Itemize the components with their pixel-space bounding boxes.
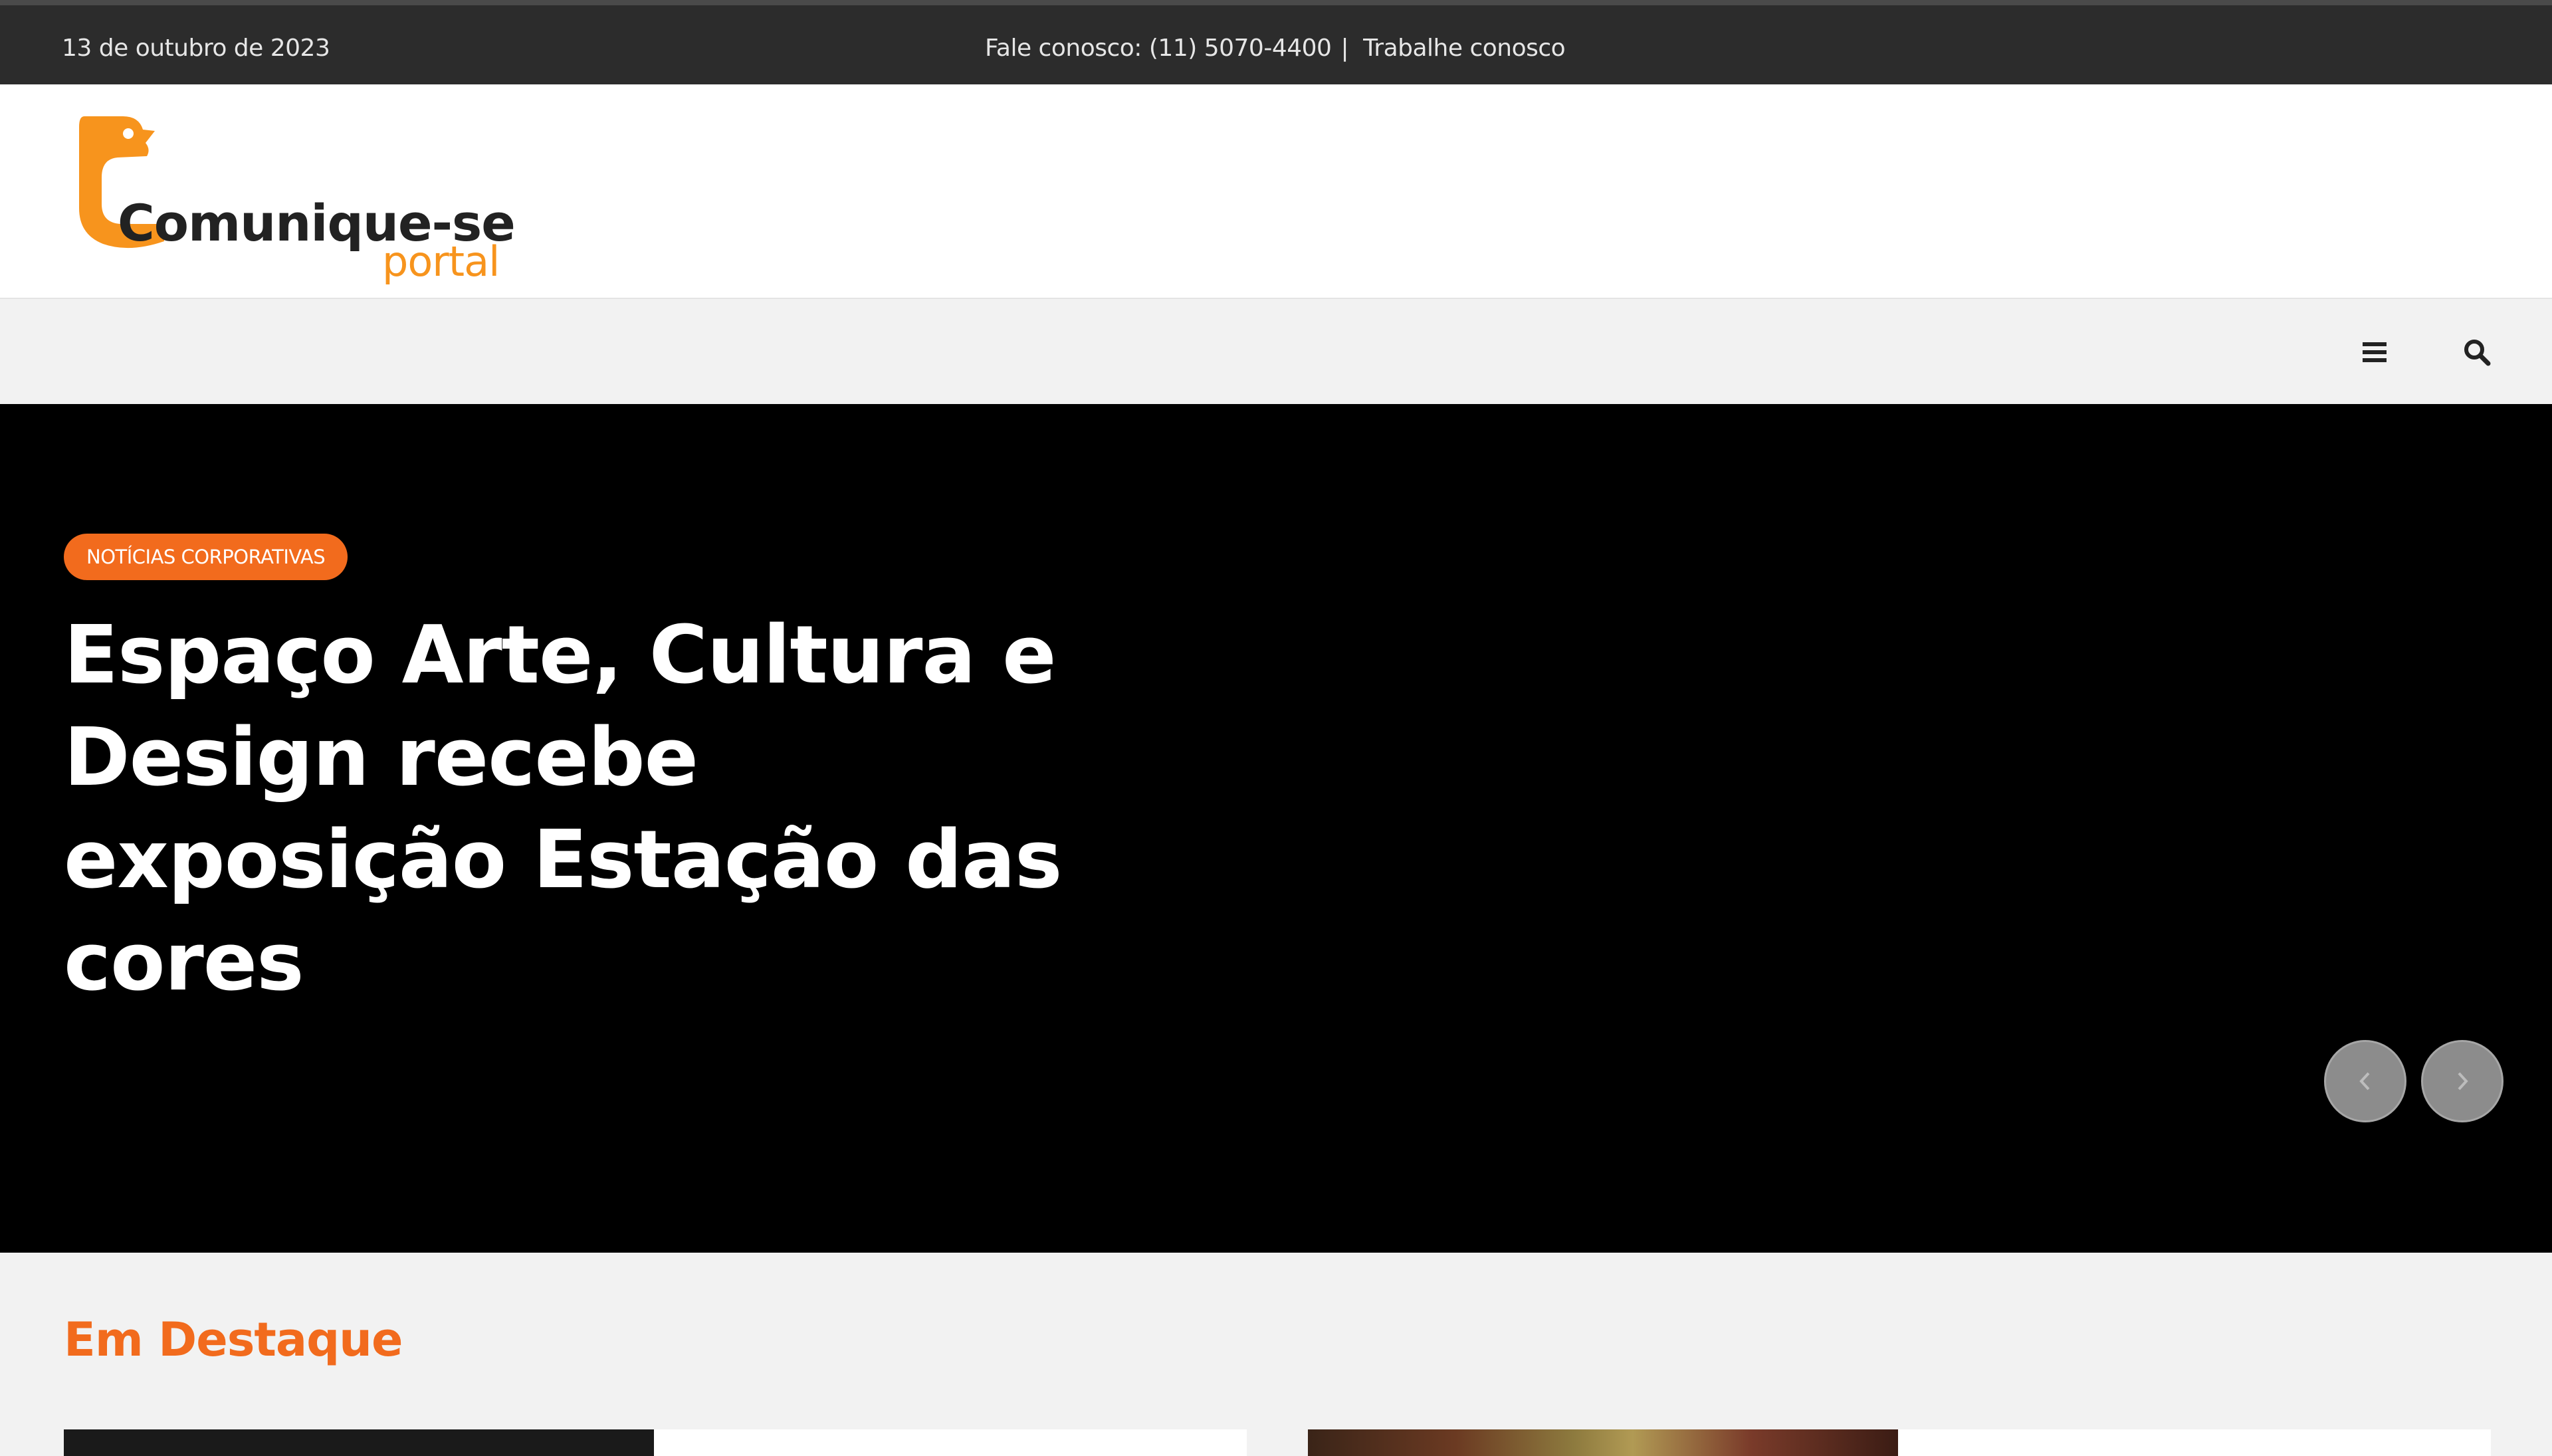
featured-card-thumbnail[interactable]: [64, 1429, 654, 1456]
slider-prev-button[interactable]: [2324, 1040, 2406, 1122]
topbar-separator: |: [1340, 35, 1349, 62]
featured-section: Em Destaque: [0, 1253, 2552, 1456]
featured-card[interactable]: [1308, 1429, 2491, 1456]
search-icon[interactable]: [2460, 336, 2494, 369]
site-logo[interactable]: Comunique-se portal: [76, 111, 516, 286]
hamburger-menu-icon[interactable]: [2358, 336, 2391, 369]
category-badge[interactable]: NOTÍCIAS CORPORATIVAS: [64, 534, 348, 580]
work-with-us-link[interactable]: Trabalhe conosco: [1363, 35, 1566, 62]
site-header: Comunique-se portal: [0, 84, 2552, 298]
nav-bar: [0, 298, 2552, 404]
chevron-left-icon: [2359, 1072, 2370, 1091]
top-bar: 13 de outubro de 2023 Fale conosco: (11)…: [0, 0, 2552, 84]
chevron-right-icon: [2458, 1072, 2468, 1091]
featured-card[interactable]: [64, 1429, 1247, 1456]
contact-phone: Fale conosco: (11) 5070-4400: [985, 35, 1332, 62]
logo-subtitle: portal: [382, 237, 500, 286]
slider-next-button[interactable]: [2421, 1040, 2503, 1122]
featured-card-thumbnail[interactable]: [1308, 1429, 1898, 1456]
hero-slider: NOTÍCIAS CORPORATIVAS Espaço Arte, Cultu…: [0, 404, 2552, 1253]
current-date: 13 de outubro de 2023: [62, 35, 330, 62]
hero-headline[interactable]: Espaço Arte, Cultura e Design recebe exp…: [64, 605, 1074, 1014]
contact-info: Fale conosco: (11) 5070-4400 | Trabalhe co…: [985, 35, 1566, 62]
section-title: Em Destaque: [64, 1312, 403, 1367]
